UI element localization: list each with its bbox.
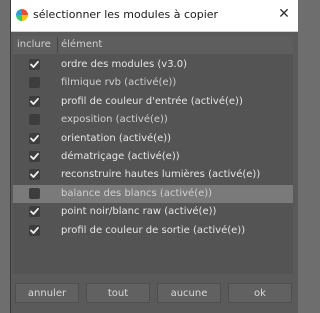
module-row[interactable]: point noir/blanc raw (activé(e)): [13, 203, 293, 221]
include-checkbox[interactable]: [29, 150, 40, 162]
include-checkbox[interactable]: [29, 77, 40, 89]
module-row[interactable]: balance des blancs (activé(e)): [13, 184, 293, 204]
cancel-button[interactable]: annuler: [15, 283, 79, 303]
copy-modules-dialog: sélectionner les modules à copier ✕ incl…: [10, 0, 298, 313]
module-row[interactable]: filmique rvb (activé(e)): [13, 74, 293, 92]
check-icon: [30, 60, 39, 68]
column-header-include[interactable]: inclure: [17, 39, 51, 50]
module-label: dématriçage (activé(e)): [61, 150, 180, 162]
check-icon: [30, 152, 39, 160]
module-label: filmique rvb (activé(e)): [61, 77, 177, 89]
module-label: profil de couleur d'entrée (activé(e)): [61, 95, 243, 107]
select-all-button[interactable]: tout: [86, 283, 150, 303]
module-label: profil de couleur de sortie (activé(e)): [61, 224, 246, 236]
button-bar: annuler tout aucune ok: [13, 283, 295, 305]
include-checkbox[interactable]: [29, 132, 40, 144]
include-checkbox[interactable]: [29, 59, 40, 70]
module-row[interactable]: ordre des modules (v3.0): [13, 56, 293, 74]
module-label: balance des blancs (activé(e)): [61, 187, 213, 199]
module-rows: ordre des modules (v3.0) filmique rvb (a…: [13, 56, 293, 240]
module-row[interactable]: dématriçage (activé(e)): [13, 148, 293, 166]
column-divider: [57, 37, 58, 53]
include-checkbox[interactable]: [29, 114, 40, 126]
ok-button[interactable]: ok: [228, 283, 292, 303]
module-row[interactable]: orientation (activé(e)): [13, 130, 293, 148]
list-header: inclure élément: [13, 36, 293, 54]
check-icon: [30, 134, 39, 142]
module-row[interactable]: exposition (activé(e)): [13, 111, 293, 129]
dialog-title: sélectionner les modules à copier: [33, 8, 219, 21]
include-checkbox[interactable]: [29, 169, 40, 181]
module-list: inclure élément ordre des modules (v3.0)…: [13, 36, 293, 274]
module-label: point noir/blanc raw (activé(e)): [61, 206, 217, 218]
include-checkbox[interactable]: [29, 206, 40, 218]
include-checkbox[interactable]: [29, 95, 40, 107]
check-icon: [30, 208, 39, 216]
check-icon: [30, 226, 39, 234]
module-label: reconstruire hautes lumières (activé(e)): [61, 169, 261, 181]
app-icon: [16, 9, 28, 21]
select-none-button[interactable]: aucune: [157, 283, 221, 303]
module-label: orientation (activé(e)): [61, 132, 172, 144]
module-row[interactable]: profil de couleur de sortie (activé(e)): [13, 222, 293, 240]
check-icon: [30, 171, 39, 179]
title-bar: sélectionner les modules à copier ✕: [11, 0, 298, 32]
close-icon[interactable]: ✕: [274, 4, 294, 24]
include-checkbox[interactable]: [29, 187, 40, 199]
check-icon: [30, 97, 39, 105]
include-checkbox[interactable]: [29, 224, 40, 236]
module-row[interactable]: reconstruire hautes lumières (activé(e)): [13, 166, 293, 184]
module-label: ordre des modules (v3.0): [61, 59, 188, 70]
module-label: exposition (activé(e)): [61, 114, 168, 126]
module-row[interactable]: profil de couleur d'entrée (activé(e)): [13, 93, 293, 111]
column-header-element[interactable]: élément: [61, 39, 102, 50]
